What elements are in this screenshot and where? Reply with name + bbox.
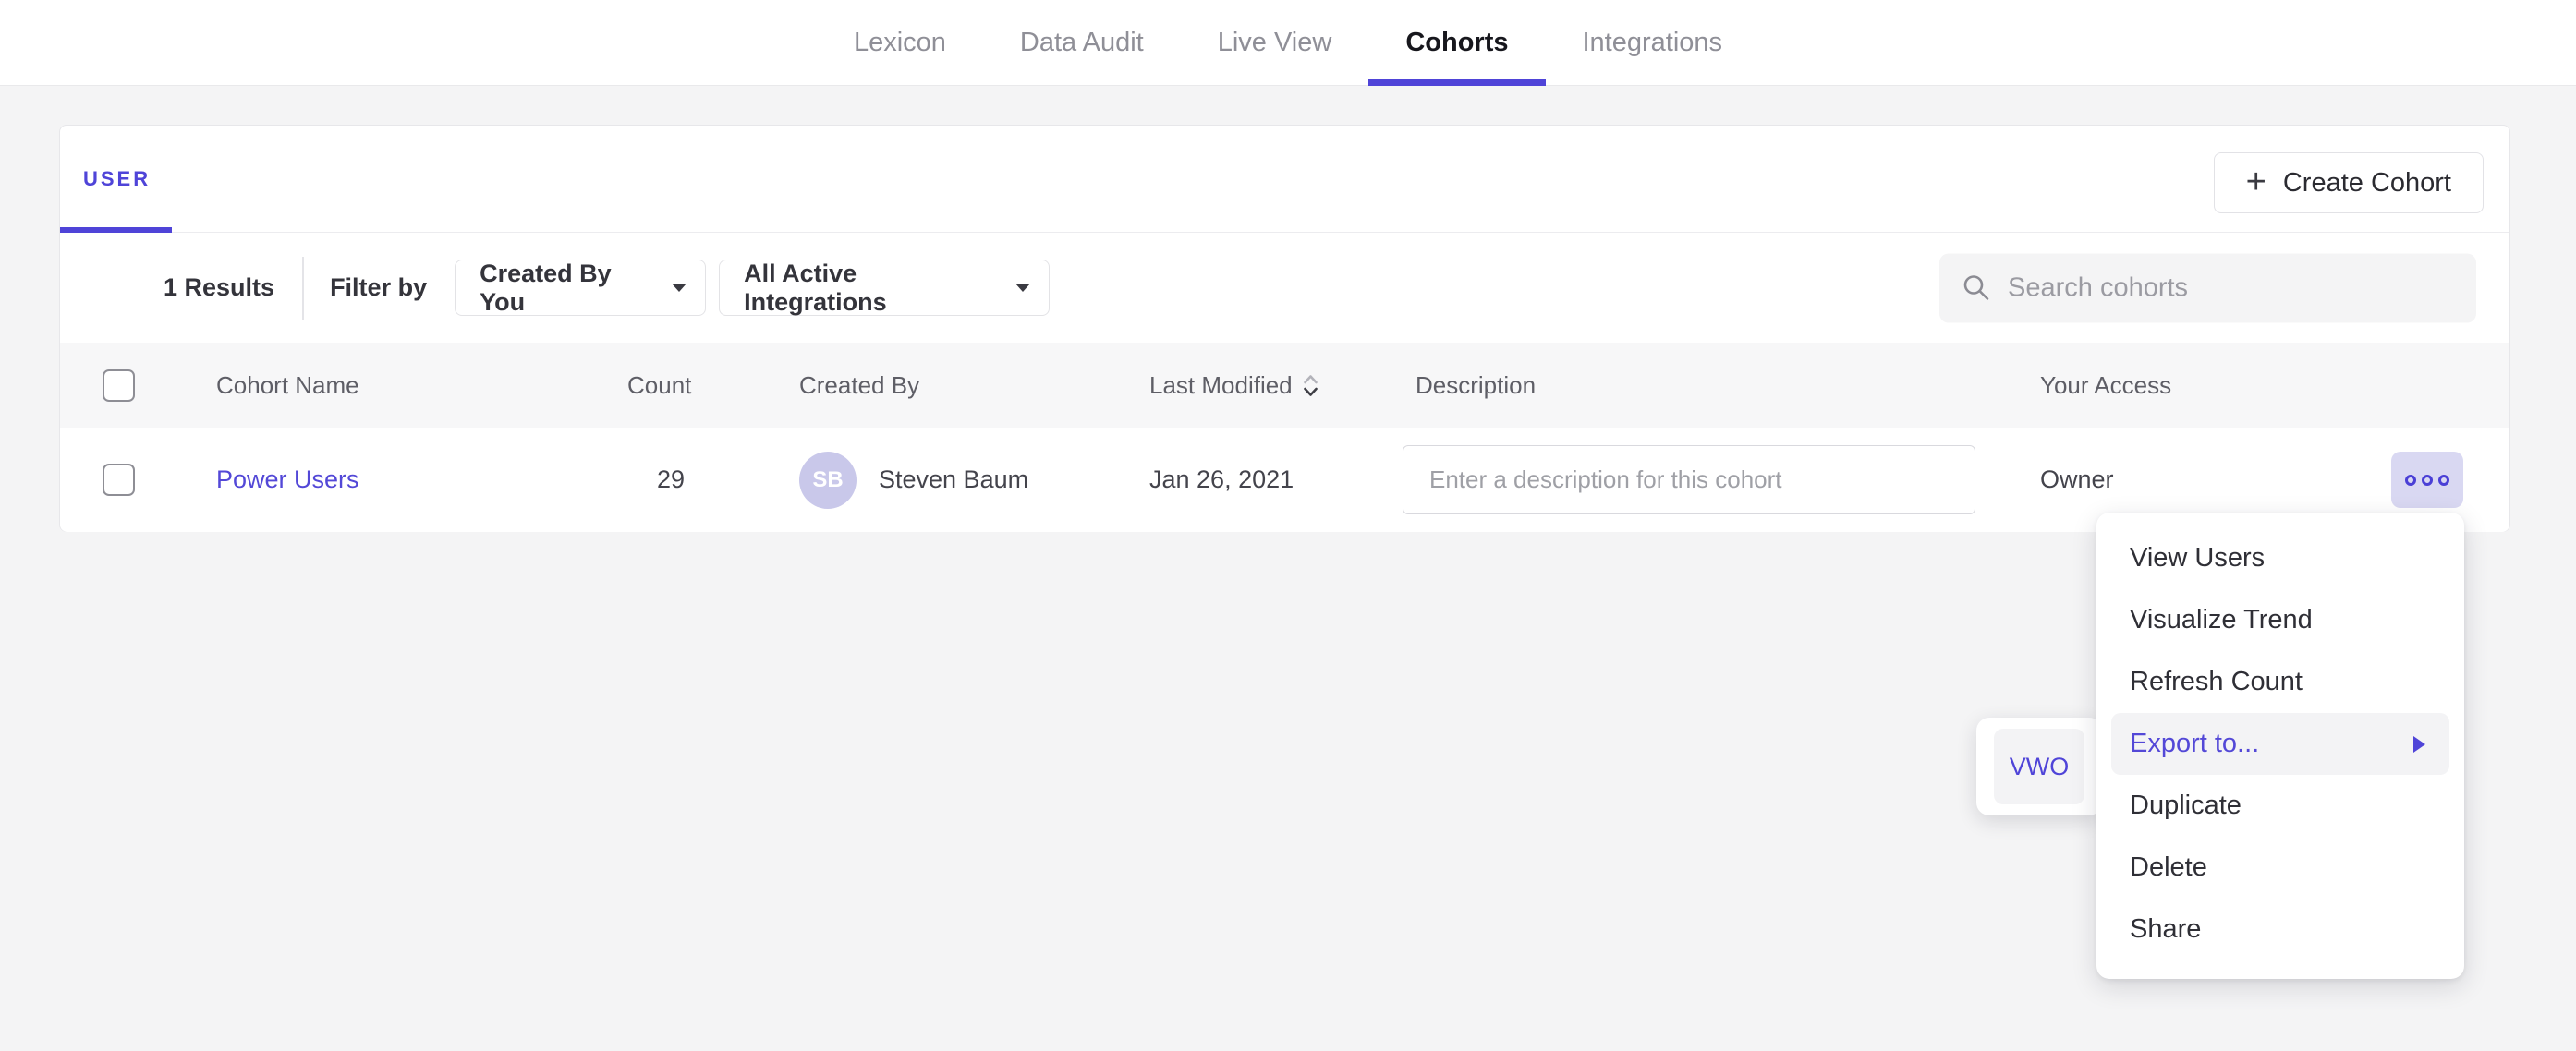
- created-by-dropdown-value: Created By You: [480, 260, 659, 317]
- your-access-value: Owner: [2040, 465, 2391, 494]
- select-all-checkbox[interactable]: [103, 369, 135, 402]
- header-created-by: Created By: [799, 371, 1149, 400]
- export-vwo-button[interactable]: VWO: [1994, 729, 2084, 804]
- results-count: 1 Results: [164, 273, 274, 302]
- cohorts-card: USER + Create Cohort 1 Results Filter by…: [59, 125, 2510, 532]
- row-checkbox[interactable]: [103, 464, 135, 496]
- nav-tab-lexicon[interactable]: Lexicon: [817, 0, 983, 85]
- more-actions-button[interactable]: [2391, 452, 2463, 508]
- filter-by-label: Filter by: [330, 273, 427, 302]
- last-modified-value: Jan 26, 2021: [1149, 465, 1416, 494]
- description-input[interactable]: [1403, 445, 1975, 514]
- more-dots-icon: [2405, 475, 2416, 486]
- header-count: Count: [627, 371, 799, 400]
- nav-tab-data-audit[interactable]: Data Audit: [983, 0, 1181, 85]
- chevron-down-icon: [672, 284, 687, 292]
- submenu-arrow-icon: [2413, 736, 2425, 753]
- menu-item-delete[interactable]: Delete: [2096, 837, 2464, 899]
- plus-icon: +: [2246, 164, 2266, 199]
- menu-item-visualize-trend[interactable]: Visualize Trend: [2096, 589, 2464, 651]
- header-description: Description: [1416, 371, 2040, 400]
- cohort-count: 29: [627, 465, 799, 494]
- created-by-dropdown[interactable]: Created By You: [455, 260, 706, 316]
- chevron-down-icon: [1015, 284, 1030, 292]
- header-last-modified-label: Last Modified: [1149, 371, 1293, 400]
- create-cohort-button[interactable]: + Create Cohort: [2214, 152, 2484, 213]
- top-navigation: Lexicon Data Audit Live View Cohorts Int…: [0, 0, 2576, 86]
- avatar: SB: [799, 452, 857, 509]
- menu-item-view-users[interactable]: View Users: [2096, 527, 2464, 589]
- header-cohort-name: Cohort Name: [216, 371, 627, 400]
- menu-item-export-to[interactable]: Export to...: [2111, 713, 2449, 775]
- create-cohort-label: Create Cohort: [2283, 168, 2451, 199]
- created-by-name: Steven Baum: [879, 465, 1028, 494]
- created-by-cell: SB Steven Baum: [799, 452, 1149, 509]
- menu-item-duplicate[interactable]: Duplicate: [2096, 775, 2464, 837]
- row-context-menu: View Users Visualize Trend Refresh Count…: [2096, 513, 2464, 979]
- more-dots-icon: [2438, 475, 2449, 486]
- menu-item-refresh-count[interactable]: Refresh Count: [2096, 651, 2464, 713]
- search-input[interactable]: [2008, 272, 2454, 303]
- nav-tab-live-view[interactable]: Live View: [1181, 0, 1369, 85]
- cohort-name-link[interactable]: Power Users: [216, 465, 359, 493]
- export-submenu: VWO: [1976, 718, 2102, 815]
- table-header: Cohort Name Count Created By Last Modifi…: [60, 343, 2509, 428]
- integrations-dropdown[interactable]: All Active Integrations: [719, 260, 1050, 316]
- menu-item-export-to-label: Export to...: [2130, 729, 2259, 759]
- integrations-dropdown-value: All Active Integrations: [744, 260, 1002, 317]
- nav-tab-integrations[interactable]: Integrations: [1546, 0, 1760, 85]
- header-your-access: Your Access: [2040, 371, 2391, 400]
- tab-user[interactable]: USER: [60, 126, 151, 232]
- divider: [302, 257, 304, 320]
- filter-bar: 1 Results Filter by Created By You All A…: [60, 233, 2509, 343]
- search-icon: [1962, 273, 1991, 303]
- more-dots-icon: [2422, 475, 2433, 486]
- sort-icon[interactable]: [1302, 371, 1319, 400]
- card-tabstrip: USER + Create Cohort: [60, 126, 2509, 233]
- nav-tab-cohorts[interactable]: Cohorts: [1368, 0, 1545, 85]
- menu-item-share[interactable]: Share: [2096, 899, 2464, 960]
- header-last-modified[interactable]: Last Modified: [1149, 371, 1416, 400]
- search-box[interactable]: [1939, 253, 2476, 322]
